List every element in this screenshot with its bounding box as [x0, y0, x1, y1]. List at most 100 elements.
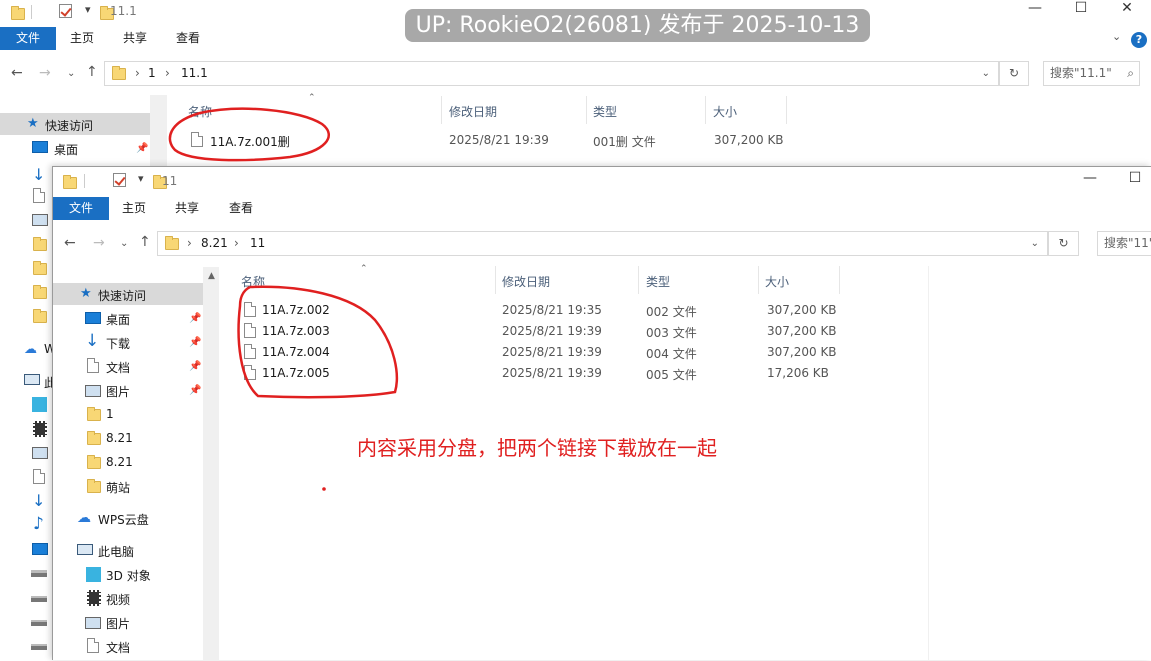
- file-name: 11A.7z.004: [262, 345, 330, 359]
- refresh-button[interactable]: ↻: [1048, 231, 1079, 256]
- sidebar-item-desktop[interactable]: 桌面: [54, 141, 78, 158]
- download-icon: ↓: [32, 165, 46, 184]
- sidebar-item-documents-pc[interactable]: 文档: [106, 639, 130, 656]
- download-icon: ↓: [85, 331, 100, 351]
- tab-home[interactable]: 主页: [70, 27, 94, 50]
- column-divider[interactable]: [758, 266, 759, 294]
- help-icon[interactable]: ?: [1131, 32, 1147, 48]
- expand-ribbon-icon[interactable]: ⌄: [1112, 30, 1121, 43]
- column-name[interactable]: 名称: [241, 273, 265, 290]
- search-input[interactable]: 搜索"11.1" ⌕: [1043, 61, 1140, 86]
- column-type[interactable]: 类型: [593, 103, 617, 120]
- maximize-button[interactable]: ☐: [1066, 0, 1096, 22]
- column-divider[interactable]: [705, 96, 706, 124]
- address-dropdown-icon[interactable]: ⌄: [1031, 232, 1039, 255]
- column-modified[interactable]: 修改日期: [449, 103, 497, 120]
- breadcrumb-11-1[interactable]: 11.1: [181, 62, 208, 85]
- minimize-button[interactable]: —: [1020, 0, 1050, 22]
- desktop-icon: [32, 141, 48, 153]
- forward-arrow-icon[interactable]: →: [93, 235, 105, 251]
- recent-dropdown-icon[interactable]: ⌄: [120, 238, 128, 249]
- table-row[interactable]: 11A.7z.001删 2025/8/21 19:39 001删 文件 307,…: [182, 129, 802, 151]
- table-row[interactable]: 11A.7z.003 2025/8/21 19:39 003 文件 307,20…: [235, 321, 855, 342]
- sidebar-quick-access-label: 快速访问: [45, 119, 94, 133]
- maximize-button[interactable]: ☐: [1120, 170, 1150, 190]
- table-row[interactable]: 11A.7z.004 2025/8/21 19:39 004 文件 307,20…: [235, 342, 855, 363]
- column-name[interactable]: 名称: [188, 103, 212, 120]
- tab-view[interactable]: 查看: [229, 197, 253, 220]
- breadcrumb-8-21[interactable]: 8.21: [201, 232, 228, 255]
- up-arrow-icon[interactable]: ↑: [139, 234, 151, 250]
- forward-arrow-icon[interactable]: →: [39, 65, 51, 81]
- column-type[interactable]: 类型: [646, 273, 670, 290]
- customize-quick-access-icon[interactable]: ▾: [138, 172, 144, 185]
- window-title: 11: [162, 174, 178, 188]
- column-size[interactable]: 大小: [713, 103, 737, 120]
- sidebar-item-3d-objects[interactable]: 3D 对象: [106, 567, 151, 584]
- file-size: 17,206 KB: [767, 366, 829, 380]
- customize-quick-access-icon[interactable]: ▾: [85, 3, 91, 16]
- sort-ascending-icon: ⌃: [308, 93, 316, 103]
- back-arrow-icon[interactable]: ←: [11, 65, 23, 81]
- sidebar-item-wps-cloud[interactable]: WPS云盘: [98, 511, 149, 528]
- tab-home[interactable]: 主页: [122, 197, 146, 220]
- picture-icon: [85, 617, 101, 629]
- sidebar-item-videos[interactable]: 视频: [106, 591, 130, 608]
- table-row[interactable]: 11A.7z.005 2025/8/21 19:39 005 文件 17,206…: [235, 363, 855, 384]
- tab-view[interactable]: 查看: [176, 27, 200, 50]
- back-arrow-icon[interactable]: ←: [64, 235, 76, 251]
- sidebar-item-folder-8-21[interactable]: 8.21: [106, 431, 133, 445]
- breadcrumb-separator: ›: [234, 236, 239, 250]
- file-tab[interactable]: 文件: [0, 27, 56, 50]
- file-size: 307,200 KB: [767, 303, 837, 317]
- sidebar-item-pictures[interactable]: 图片: [106, 383, 130, 400]
- tab-share[interactable]: 共享: [175, 197, 199, 220]
- tab-share[interactable]: 共享: [123, 27, 147, 50]
- close-button[interactable]: ✕: [1112, 0, 1142, 22]
- address-bar[interactable]: › 8.21 › 11 ⌄: [157, 231, 1048, 256]
- column-divider[interactable]: [586, 96, 587, 124]
- window-title: 11.1: [110, 4, 137, 18]
- video-icon: [87, 590, 101, 606]
- search-input[interactable]: 搜索"11": [1097, 231, 1151, 256]
- sidebar-item-folder-1[interactable]: 1: [106, 407, 114, 421]
- properties-icon[interactable]: [112, 173, 126, 187]
- file-size: 307,200 KB: [767, 324, 837, 338]
- picture-icon: [32, 214, 48, 226]
- up-arrow-icon[interactable]: ↑: [86, 64, 98, 80]
- sidebar-item-folder-mengzhan[interactable]: 萌站: [106, 479, 130, 496]
- file-tab[interactable]: 文件: [53, 197, 109, 220]
- scroll-up-arrow[interactable]: ▲: [208, 271, 215, 281]
- pin-icon: 📌: [189, 337, 202, 348]
- column-size[interactable]: 大小: [765, 273, 789, 290]
- sidebar-item-folder-8-21[interactable]: 8.21: [106, 455, 133, 469]
- column-modified[interactable]: 修改日期: [502, 273, 550, 290]
- table-row[interactable]: 11A.7z.002 2025/8/21 19:35 002 文件 307,20…: [235, 300, 855, 321]
- address-dropdown-icon[interactable]: ⌄: [982, 62, 990, 85]
- drive-icon: [31, 596, 47, 602]
- column-divider[interactable]: [638, 266, 639, 294]
- column-divider[interactable]: [839, 266, 840, 294]
- column-divider[interactable]: [441, 96, 442, 124]
- sidebar-item-desktop[interactable]: 桌面: [106, 311, 130, 328]
- address-bar[interactable]: › 1 › 11.1 ⌄: [104, 61, 999, 86]
- column-divider[interactable]: [786, 96, 787, 124]
- sidebar-item-pictures-pc[interactable]: 图片: [106, 615, 130, 632]
- breadcrumb-separator: ›: [165, 66, 170, 80]
- properties-icon[interactable]: [58, 4, 72, 18]
- breadcrumb-1[interactable]: 1: [148, 62, 156, 85]
- folder-icon: [112, 66, 126, 80]
- recent-dropdown-icon[interactable]: ⌄: [67, 68, 75, 79]
- sidebar-scrollbar[interactable]: [203, 267, 219, 661]
- drive-icon: [31, 570, 47, 577]
- refresh-button[interactable]: ↻: [999, 61, 1029, 86]
- breadcrumb-11[interactable]: 11: [250, 232, 265, 255]
- sidebar-item-this-pc[interactable]: 此电脑: [98, 543, 134, 560]
- sidebar-item-documents[interactable]: 文档: [106, 359, 130, 376]
- column-divider: [928, 266, 929, 661]
- sidebar-item-downloads[interactable]: 下载: [106, 335, 130, 352]
- video-icon: [33, 421, 47, 437]
- folder-icon: [33, 285, 47, 299]
- column-divider[interactable]: [495, 266, 496, 294]
- minimize-button[interactable]: —: [1075, 170, 1105, 190]
